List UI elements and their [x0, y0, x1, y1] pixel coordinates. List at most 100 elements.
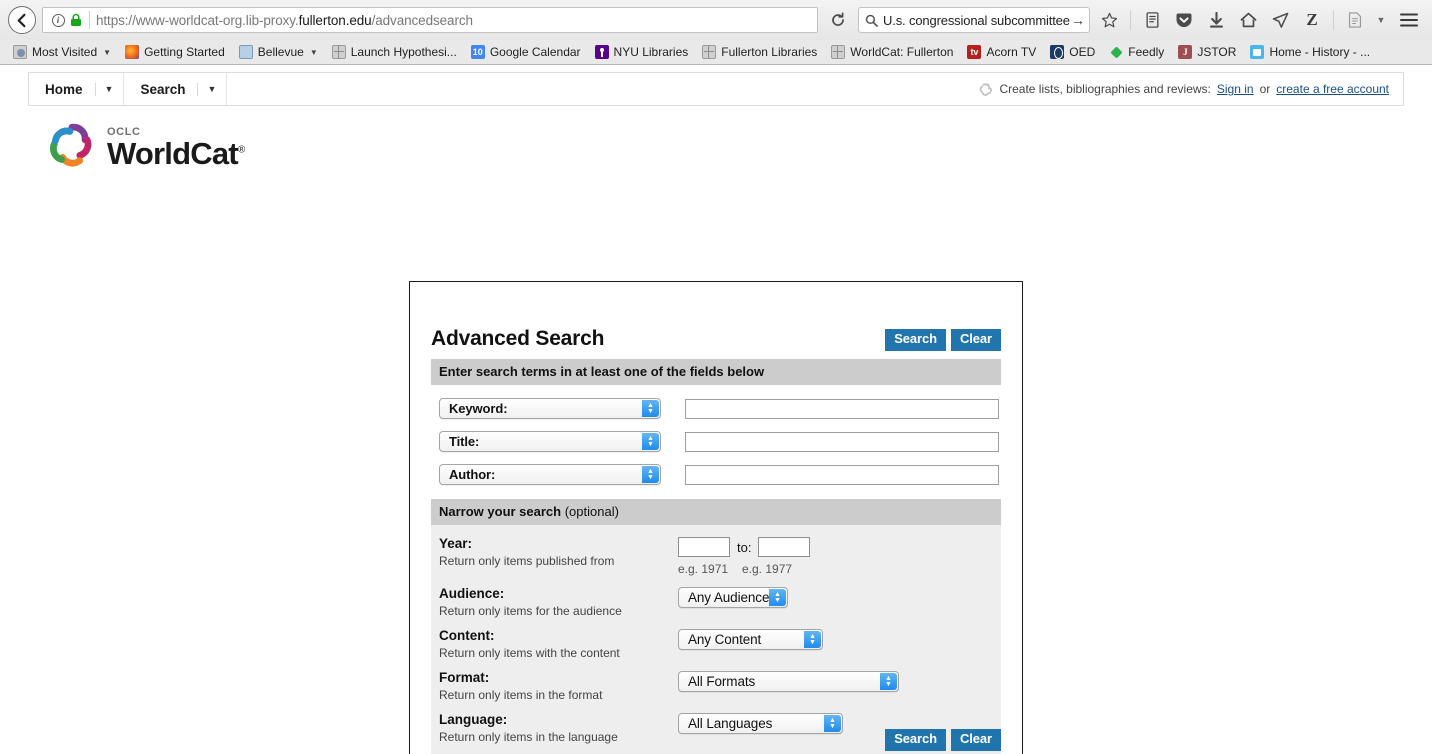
- browser-toolbar: i https://www-worldcat-org.lib-proxy.ful…: [0, 0, 1432, 40]
- select-arrows-icon: ▲ ▼: [880, 673, 897, 690]
- bookmark-most-visited[interactable]: Most Visited ▼: [6, 44, 118, 60]
- nav-item-search[interactable]: Search ▼: [124, 73, 228, 105]
- search-fields-block: Keyword: ▲ ▼ Title: ▲ ▼ Author: ▲ ▼: [431, 385, 1001, 499]
- chevron-down-icon[interactable]: ▼: [207, 84, 216, 94]
- chevron-down-icon: ▼: [309, 47, 318, 57]
- format-select-value: All Formats: [688, 674, 756, 689]
- reader-mode-icon[interactable]: [1342, 6, 1368, 34]
- year-to-input[interactable]: [758, 537, 811, 557]
- audience-sublabel: Return only items for the audience: [439, 604, 622, 618]
- bookmark-google-calendar[interactable]: 10 Google Calendar: [464, 44, 588, 60]
- bookmark-bellevue[interactable]: Bellevue ▼: [232, 44, 325, 60]
- downloads-icon[interactable]: [1203, 6, 1229, 34]
- worldcat-wordmark: WorldCat®: [107, 135, 245, 171]
- pocket-icon[interactable]: [1171, 6, 1197, 34]
- search-field-row-1: Keyword: ▲ ▼: [439, 398, 1001, 419]
- narrow-heading-optional: (optional): [561, 504, 619, 519]
- send-tab-icon[interactable]: [1267, 6, 1293, 34]
- narrow-search-heading: Narrow your search (optional): [431, 499, 1001, 525]
- year-from-input[interactable]: [678, 537, 730, 557]
- acorn-tv-icon: tv: [967, 45, 982, 59]
- narrow-row-content: Content: Return only items with the cont…: [439, 628, 1001, 660]
- browser-chrome: i https://www-worldcat-org.lib-proxy.ful…: [0, 0, 1432, 65]
- lock-icon[interactable]: [67, 13, 85, 27]
- bookmark-getting-started[interactable]: Getting Started: [118, 44, 232, 60]
- search-terms-heading: Enter search terms in at least one of th…: [431, 359, 1001, 385]
- url-bar[interactable]: i https://www-worldcat-org.lib-proxy.ful…: [42, 7, 818, 33]
- nav-item-home[interactable]: Home ▼: [29, 73, 125, 105]
- toolbar-divider-2: [1333, 10, 1334, 30]
- globe-icon: [831, 45, 846, 59]
- nav-item-label: Home: [45, 81, 83, 97]
- nav-divider: [94, 82, 96, 96]
- url-text: https://www-worldcat-org.lib-proxy.fulle…: [96, 12, 473, 28]
- clear-button-bottom[interactable]: Clear: [950, 729, 1001, 751]
- bookmark-label: Feedly: [1128, 45, 1165, 59]
- content-select[interactable]: Any Content ▲ ▼: [678, 629, 823, 650]
- url-divider: [89, 11, 90, 29]
- language-select-value: All Languages: [688, 716, 773, 731]
- select-arrows-icon: ▲ ▼: [642, 400, 659, 417]
- page-content: Home ▼ Search ▼ Create lists, bibliograp…: [0, 72, 1432, 754]
- reload-icon[interactable]: [824, 7, 852, 33]
- select-arrows-icon: ▲ ▼: [769, 589, 786, 606]
- search-terms-heading-text: Enter search terms in at least one of th…: [439, 364, 765, 379]
- bookmark-home-history[interactable]: Home - History - ...: [1243, 44, 1377, 60]
- field-index-select-2[interactable]: Title: ▲ ▼: [439, 431, 661, 452]
- sign-in-link[interactable]: Sign in: [1217, 82, 1254, 96]
- reader-dropdown-icon[interactable]: ▼: [1374, 6, 1388, 34]
- browser-search-input[interactable]: U.s. congressional subcommittee he: [883, 13, 1071, 28]
- search-term-input-2[interactable]: [685, 431, 999, 452]
- bookmark-acorn-tv[interactable]: tv Acorn TV: [960, 44, 1043, 60]
- zotero-icon[interactable]: Z: [1299, 6, 1325, 34]
- back-icon[interactable]: [8, 6, 36, 34]
- registered-mark: ®: [237, 144, 245, 156]
- bookmark-label: Google Calendar: [489, 45, 581, 59]
- language-label: Language:: [439, 712, 508, 727]
- bookmark-star-icon[interactable]: [1096, 6, 1122, 34]
- search-term-input-1[interactable]: [685, 398, 999, 419]
- bookmarks-bar: Most Visited ▼ Getting Started Bellevue …: [0, 40, 1432, 64]
- nav-divider: [197, 82, 199, 96]
- bookmark-oed[interactable]: OED: [1043, 44, 1102, 60]
- field-index-select-3[interactable]: Author: ▲ ▼: [439, 464, 661, 485]
- audience-select[interactable]: Any Audience ▲ ▼: [678, 587, 788, 608]
- bookmark-feedly[interactable]: Feedly: [1102, 44, 1171, 60]
- bookmark-label: Fullerton Libraries: [721, 45, 818, 59]
- narrow-row-format: Format: Return only items in the format …: [439, 670, 1001, 702]
- audience-label: Audience:: [439, 586, 505, 601]
- home-icon[interactable]: [1235, 6, 1261, 34]
- field-index-value-2: Title:: [449, 434, 480, 449]
- menu-icon[interactable]: [1394, 6, 1424, 34]
- bookmark-fullerton-libraries[interactable]: Fullerton Libraries: [695, 44, 824, 60]
- library-icon[interactable]: [1139, 6, 1165, 34]
- browser-search-bar[interactable]: U.s. congressional subcommittee he →: [858, 7, 1090, 33]
- clear-button-top[interactable]: Clear: [950, 329, 1001, 351]
- bookmark-nyu-libraries[interactable]: NYU Libraries: [588, 44, 696, 60]
- search-field-row-2: Title: ▲ ▼: [439, 431, 1001, 452]
- language-select[interactable]: All Languages ▲ ▼: [678, 713, 843, 734]
- content-sublabel: Return only items with the content: [439, 646, 620, 660]
- field-index-select-1[interactable]: Keyword: ▲ ▼: [439, 398, 661, 419]
- search-icon: [865, 14, 878, 27]
- worldcat-logo[interactable]: OCLC WorldCat®: [46, 120, 1432, 177]
- go-arrow-icon[interactable]: →: [1071, 12, 1086, 28]
- info-icon[interactable]: i: [49, 13, 67, 27]
- create-account-link[interactable]: create a free account: [1276, 82, 1389, 96]
- format-select[interactable]: All Formats ▲ ▼: [678, 671, 899, 692]
- search-button-top[interactable]: Search: [885, 329, 946, 351]
- bookmark-label: Bellevue: [257, 45, 304, 59]
- calendar-icon: 10: [470, 45, 485, 59]
- bookmark-jstor[interactable]: J JSTOR: [1171, 44, 1243, 60]
- year-sublabel: Return only items published from: [439, 554, 615, 568]
- search-term-input-3[interactable]: [685, 464, 999, 485]
- chevron-down-icon[interactable]: ▼: [105, 84, 114, 94]
- bookmark-label: OED: [1069, 45, 1096, 59]
- jstor-icon: J: [1178, 45, 1193, 59]
- bookmark-label: Launch Hypothesi...: [350, 45, 457, 59]
- bookmark-worldcat-fullerton[interactable]: WorldCat: Fullerton: [824, 44, 960, 60]
- bookmark-launch-hypothesis[interactable]: Launch Hypothesi...: [325, 44, 464, 60]
- page-title: Advanced Search: [431, 327, 605, 350]
- search-button-bottom[interactable]: Search: [885, 729, 946, 751]
- oclc-pinwheel-icon: [46, 120, 98, 177]
